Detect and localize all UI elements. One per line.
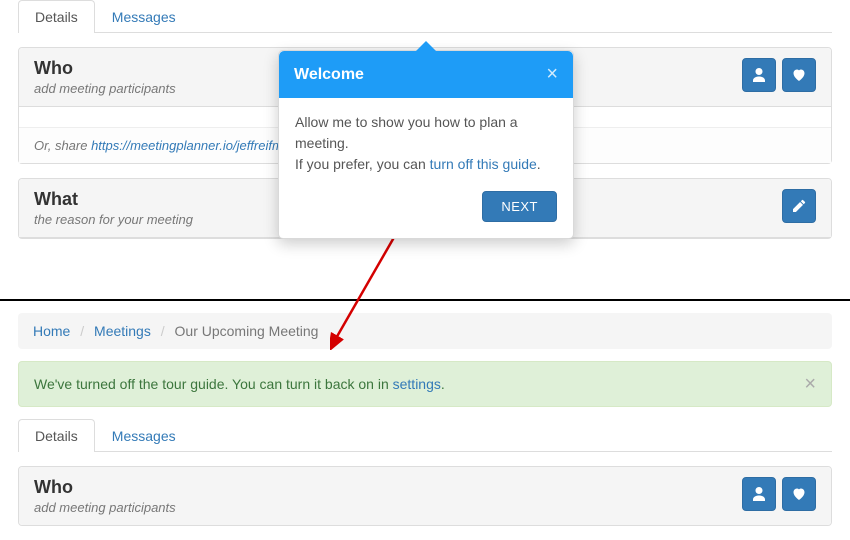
tabs-upper: Details Messages [18, 0, 832, 33]
who-subtitle: add meeting participants [34, 81, 176, 96]
tab-messages[interactable]: Messages [95, 0, 193, 33]
person-icon [751, 67, 767, 83]
breadcrumb-meetings[interactable]: Meetings [94, 323, 151, 339]
favorite-button[interactable] [782, 477, 816, 511]
tabs-lower: Details Messages [18, 419, 832, 452]
section-divider [0, 299, 850, 301]
heart-icon [791, 486, 807, 502]
tab-details[interactable]: Details [18, 419, 95, 452]
welcome-popover: Welcome × Allow me to show you how to pl… [278, 50, 574, 239]
alert-text1: We've turned off the tour guide. You can… [34, 376, 393, 392]
breadcrumb: Home / Meetings / Our Upcoming Meeting [18, 313, 832, 349]
what-title: What [34, 189, 193, 210]
add-participant-button[interactable] [742, 58, 776, 92]
heart-icon [791, 67, 807, 83]
who-title: Who [34, 58, 176, 79]
tab-messages[interactable]: Messages [95, 419, 193, 452]
pencil-icon [791, 198, 807, 214]
who-title: Who [34, 477, 176, 498]
success-alert: We've turned off the tour guide. You can… [18, 361, 832, 407]
favorite-button[interactable] [782, 58, 816, 92]
alert-settings-link[interactable]: settings [393, 376, 441, 392]
who-panel-lower: Who add meeting participants [18, 466, 832, 526]
popover-title: Welcome [294, 66, 364, 84]
turn-off-guide-link[interactable]: turn off this guide [430, 156, 537, 172]
breadcrumb-current: Our Upcoming Meeting [175, 323, 319, 339]
tab-details[interactable]: Details [18, 0, 95, 33]
popover-line1: Allow me to show you how to plan a meeti… [295, 112, 557, 154]
popover-close-icon[interactable]: × [546, 63, 558, 86]
what-subtitle: the reason for your meeting [34, 212, 193, 227]
share-prefix: Or, share [34, 138, 91, 153]
popover-line2: If you prefer, you can turn off this gui… [295, 154, 557, 175]
breadcrumb-home[interactable]: Home [33, 323, 70, 339]
add-participant-button[interactable] [742, 477, 776, 511]
edit-button[interactable] [782, 189, 816, 223]
next-button[interactable]: NEXT [482, 191, 557, 222]
alert-text2: . [441, 376, 445, 392]
breadcrumb-sep: / [161, 323, 165, 339]
breadcrumb-sep: / [80, 323, 84, 339]
person-icon [751, 486, 767, 502]
alert-close-icon[interactable]: × [804, 374, 816, 394]
who-subtitle: add meeting participants [34, 500, 176, 515]
